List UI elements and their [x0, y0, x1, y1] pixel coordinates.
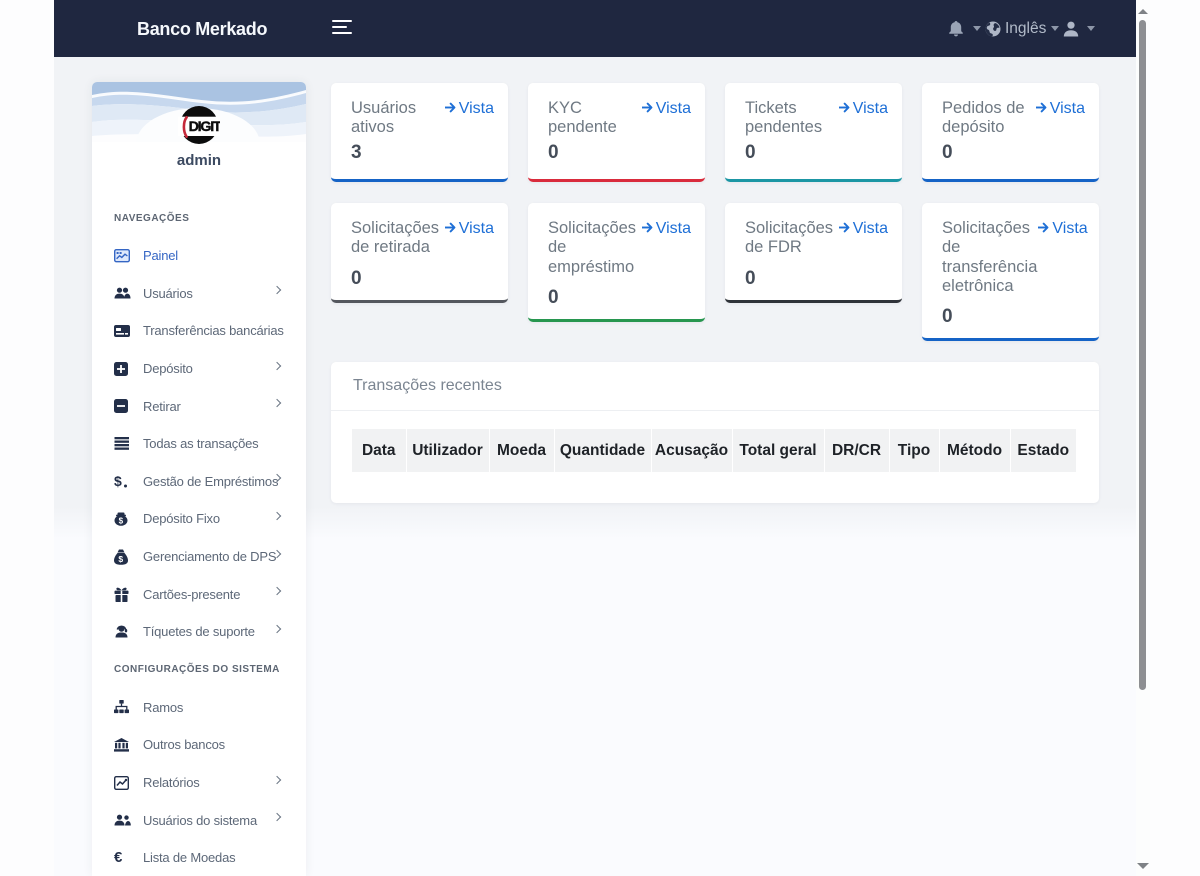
svg-text:$: $ [118, 554, 123, 564]
svg-text:$: $ [119, 517, 124, 526]
svg-text:DIGIT: DIGIT [189, 119, 220, 135]
svg-text:$: $ [114, 473, 122, 489]
